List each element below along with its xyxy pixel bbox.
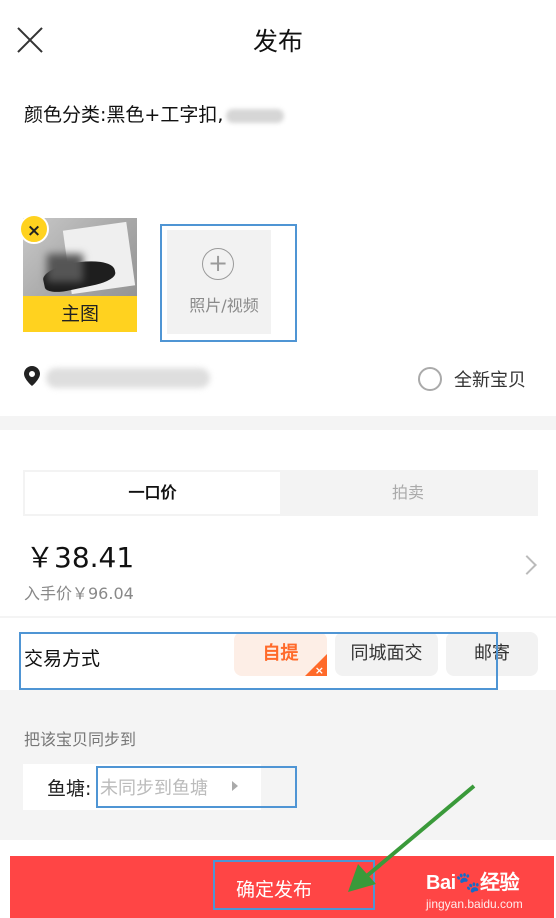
photo-blur	[47, 254, 83, 282]
page-title: 发布	[252, 27, 303, 56]
watermark-main: Bai🐾经验	[426, 872, 520, 894]
purchase-price: 入手价￥96.04	[24, 584, 134, 603]
plus-circle-icon: +	[202, 248, 234, 280]
item-description[interactable]: 颜色分类:黑色+工字扣,	[24, 100, 285, 127]
baidu-watermark: Bai🐾经验 jingyan.baidu.com	[426, 866, 523, 911]
trade-method-section: 交易方式 自提 × 同城面交 邮寄	[0, 618, 556, 690]
main-image-label: 主图	[23, 296, 137, 332]
remove-image-icon[interactable]: ×	[19, 214, 49, 244]
item-description-text: 颜色分类:黑色+工字扣,	[24, 104, 224, 126]
watermark-sub: jingyan.baidu.com	[426, 897, 523, 911]
add-media-button[interactable]: + 照片/视频	[167, 230, 271, 334]
item-section: 颜色分类:黑色+工字扣, 主图 × + 照片/视频 全新宝贝	[0, 80, 556, 416]
sync-title: 把该宝贝同步到	[24, 730, 137, 749]
add-media-label: 照片/视频	[189, 296, 259, 315]
pricing-mode-tabs: 一口价 拍卖	[23, 470, 538, 516]
price-value[interactable]: ￥38.41	[26, 536, 134, 576]
trade-highlight-box	[19, 632, 498, 690]
pricing-section: 一口价 拍卖 ￥38.41 入手价￥96.04	[0, 430, 556, 616]
brand-new-radio[interactable]	[418, 367, 442, 391]
location-pin-icon	[24, 366, 40, 386]
chevron-right-icon[interactable]	[517, 555, 537, 575]
location-text-blurred[interactable]	[46, 368, 210, 388]
tab-auction[interactable]: 拍卖	[280, 472, 536, 514]
fish-pond-label: 鱼塘:	[47, 778, 92, 800]
tab-fixed-price[interactable]: 一口价	[25, 472, 280, 514]
brand-new-label[interactable]: 全新宝贝	[454, 366, 526, 392]
add-media-highlight: + 照片/视频	[160, 224, 297, 342]
blurred-text	[226, 108, 285, 123]
fish-pond-highlight	[96, 766, 297, 808]
header: 发布	[0, 0, 556, 80]
publish-page: 发布 颜色分类:黑色+工字扣, 主图 × + 照片/视频 全新宝贝 一口价 拍卖…	[0, 0, 556, 918]
